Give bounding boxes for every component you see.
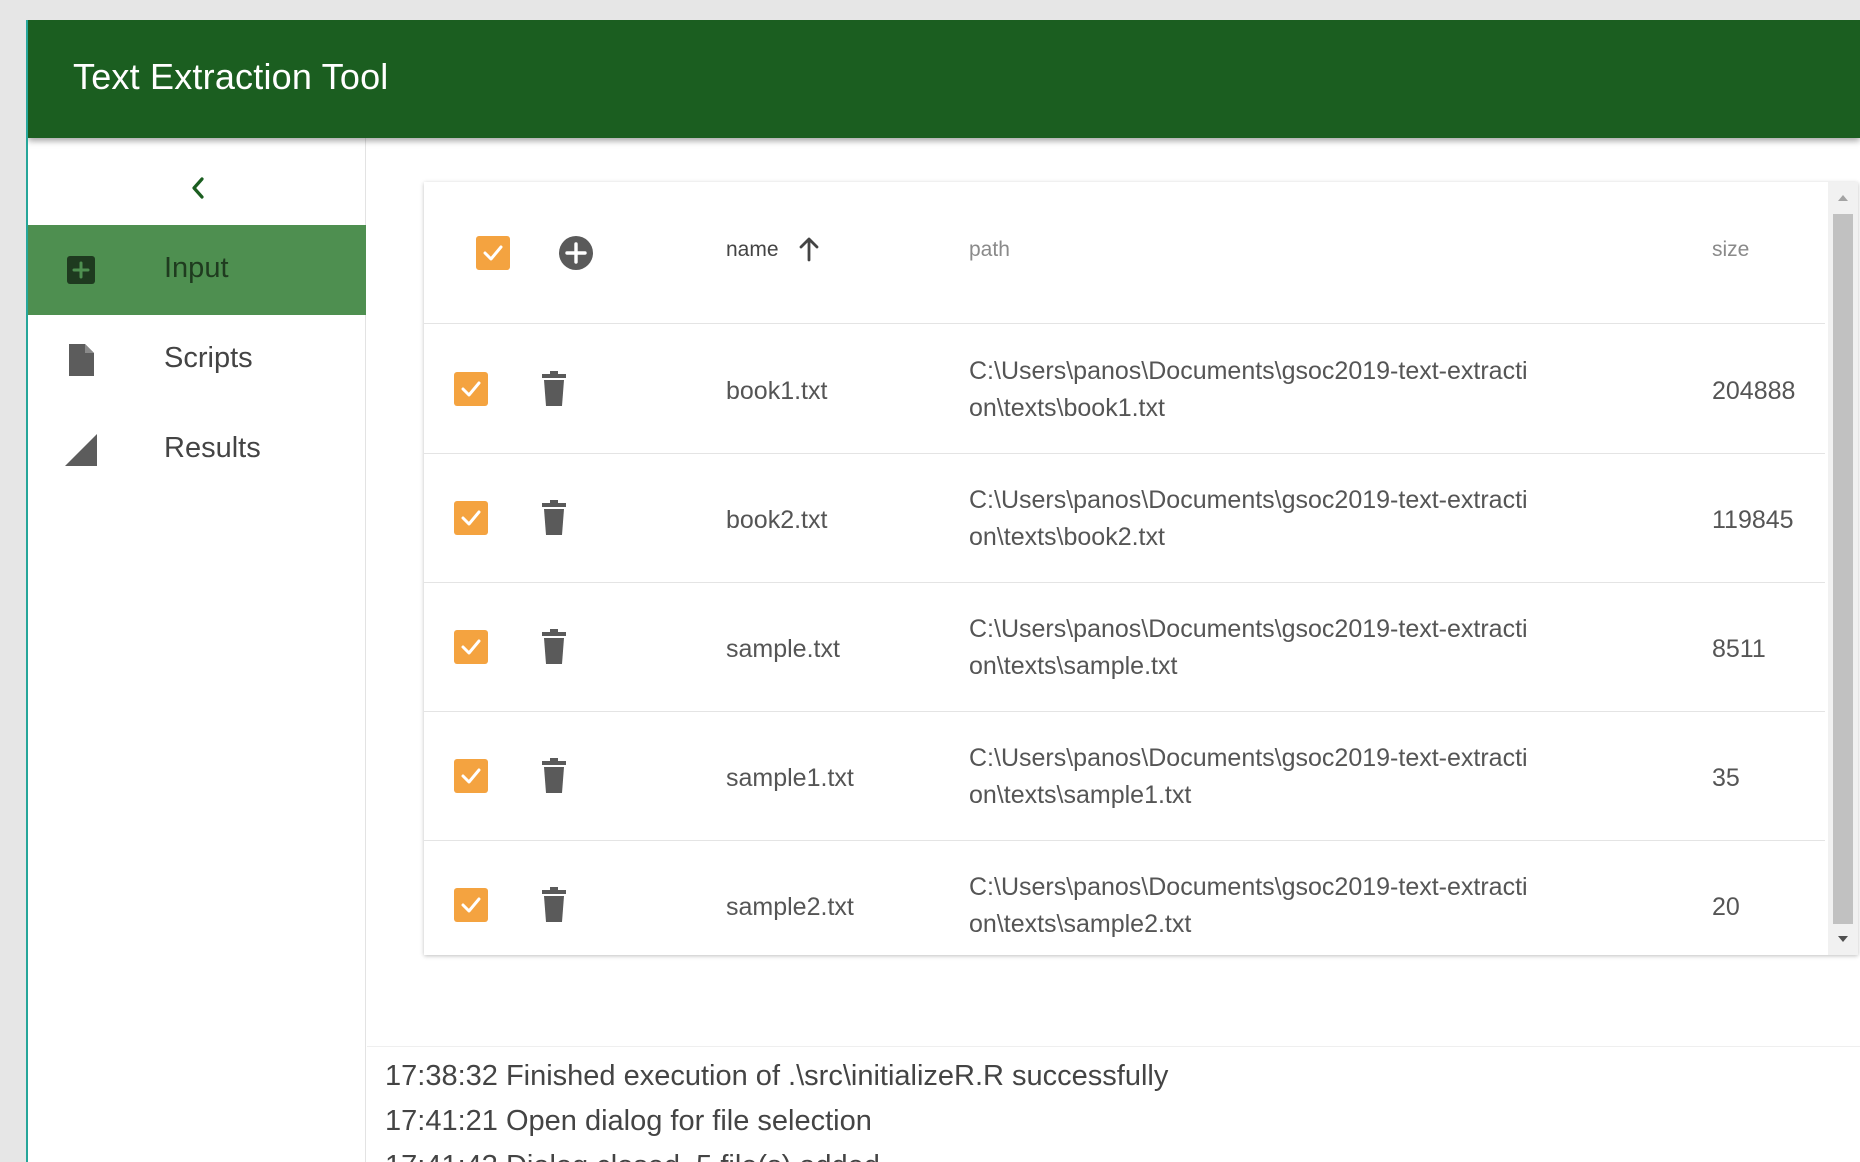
trash-icon: [542, 758, 566, 793]
file-path: C:\Users\panos\Documents\gsoc2019-text-e…: [969, 873, 1528, 938]
table-row: sample2.txt C:\Users\panos\Documents\gso…: [424, 841, 1825, 955]
file-name: sample2.txt: [726, 893, 854, 921]
log-panel: 17:38:32 Finished execution of .\src\ini…: [385, 1054, 1860, 1162]
file-size: 20: [1712, 893, 1740, 921]
row-checkbox[interactable]: [454, 888, 488, 922]
check-icon: [461, 639, 481, 655]
file-name: book2.txt: [726, 506, 828, 534]
file-size: 35: [1712, 764, 1740, 792]
select-all-checkbox[interactable]: [476, 236, 510, 270]
scroll-down-arrow-icon[interactable]: [1828, 927, 1858, 951]
app-window: Text Extraction Tool Input Scripts Resul…: [26, 20, 1860, 1162]
delete-button[interactable]: [539, 499, 569, 537]
table-row: book1.txt C:\Users\panos\Documents\gsoc2…: [424, 325, 1825, 454]
row-checkbox[interactable]: [454, 759, 488, 793]
log-line: 17:41:21 Open dialog for file selection: [385, 1105, 872, 1137]
delete-button[interactable]: [539, 757, 569, 795]
trash-icon: [542, 371, 566, 406]
row-checkbox[interactable]: [454, 501, 488, 535]
log-divider: [367, 1046, 1860, 1047]
log-line: 17:38:32 Finished execution of .\src\ini…: [385, 1060, 1169, 1092]
column-header-path[interactable]: path: [969, 238, 1010, 262]
file-path: C:\Users\panos\Documents\gsoc2019-text-e…: [969, 744, 1528, 809]
table-row: sample1.txt C:\Users\panos\Documents\gso…: [424, 712, 1825, 841]
sidebar-item-scripts[interactable]: Scripts: [28, 315, 366, 405]
check-icon: [461, 768, 481, 784]
sidebar-item-input[interactable]: Input: [28, 225, 366, 315]
table-scrollbar[interactable]: [1828, 182, 1858, 955]
file-size: 204888: [1712, 377, 1796, 405]
scrollbar-thumb[interactable]: [1833, 214, 1853, 924]
file-table: name path size book1.txt C:\Users\panos\…: [424, 182, 1858, 955]
check-icon: [461, 897, 481, 913]
main-content: name path size book1.txt C:\Users\panos\…: [367, 138, 1860, 1162]
file-path: C:\Users\panos\Documents\gsoc2019-text-e…: [969, 615, 1528, 680]
row-checkbox[interactable]: [454, 630, 488, 664]
file-name: sample1.txt: [726, 764, 854, 792]
check-icon: [461, 510, 481, 526]
log-line: 17:41:43 Dialog closed. 5 file(s) added.: [385, 1144, 1860, 1162]
trash-icon: [542, 629, 566, 664]
file-name: book1.txt: [726, 377, 828, 405]
sidebar-item-label: Scripts: [164, 342, 253, 374]
add-box-icon: [63, 252, 99, 288]
file-path: C:\Users\panos\Documents\gsoc2019-text-e…: [969, 357, 1528, 422]
sidebar: Input Scripts Results: [28, 138, 366, 1162]
check-icon: [483, 245, 503, 261]
table-row: book2.txt C:\Users\panos\Documents\gsoc2…: [424, 454, 1825, 583]
app-bar: Text Extraction Tool: [28, 20, 1860, 138]
delete-button[interactable]: [539, 628, 569, 666]
app-title: Text Extraction Tool: [73, 56, 389, 97]
file-size: 119845: [1712, 506, 1794, 534]
table-header: name path size: [424, 182, 1825, 324]
chevron-left-icon: [192, 177, 204, 199]
add-circle-icon: [559, 236, 593, 270]
column-header-name[interactable]: name: [726, 238, 779, 262]
table-row: sample.txt C:\Users\panos\Documents\gsoc…: [424, 583, 1825, 712]
arrow-up-icon[interactable]: [798, 236, 820, 267]
trash-icon: [542, 500, 566, 535]
collapse-sidebar-button[interactable]: [178, 168, 218, 208]
signal-icon: [63, 432, 99, 468]
file-size: 8511: [1712, 635, 1766, 663]
check-icon: [461, 381, 481, 397]
sidebar-item-label: Input: [164, 252, 229, 284]
trash-icon: [542, 887, 566, 922]
file-name: sample.txt: [726, 635, 840, 663]
sidebar-item-label: Results: [164, 432, 261, 464]
delete-button[interactable]: [539, 886, 569, 924]
file-path: C:\Users\panos\Documents\gsoc2019-text-e…: [969, 486, 1528, 551]
file-icon: [63, 342, 99, 378]
add-file-button[interactable]: [557, 234, 595, 272]
scroll-up-arrow-icon[interactable]: [1828, 186, 1858, 210]
column-header-size[interactable]: size: [1712, 238, 1749, 262]
row-checkbox[interactable]: [454, 372, 488, 406]
sidebar-item-results[interactable]: Results: [28, 405, 366, 495]
delete-button[interactable]: [539, 370, 569, 408]
